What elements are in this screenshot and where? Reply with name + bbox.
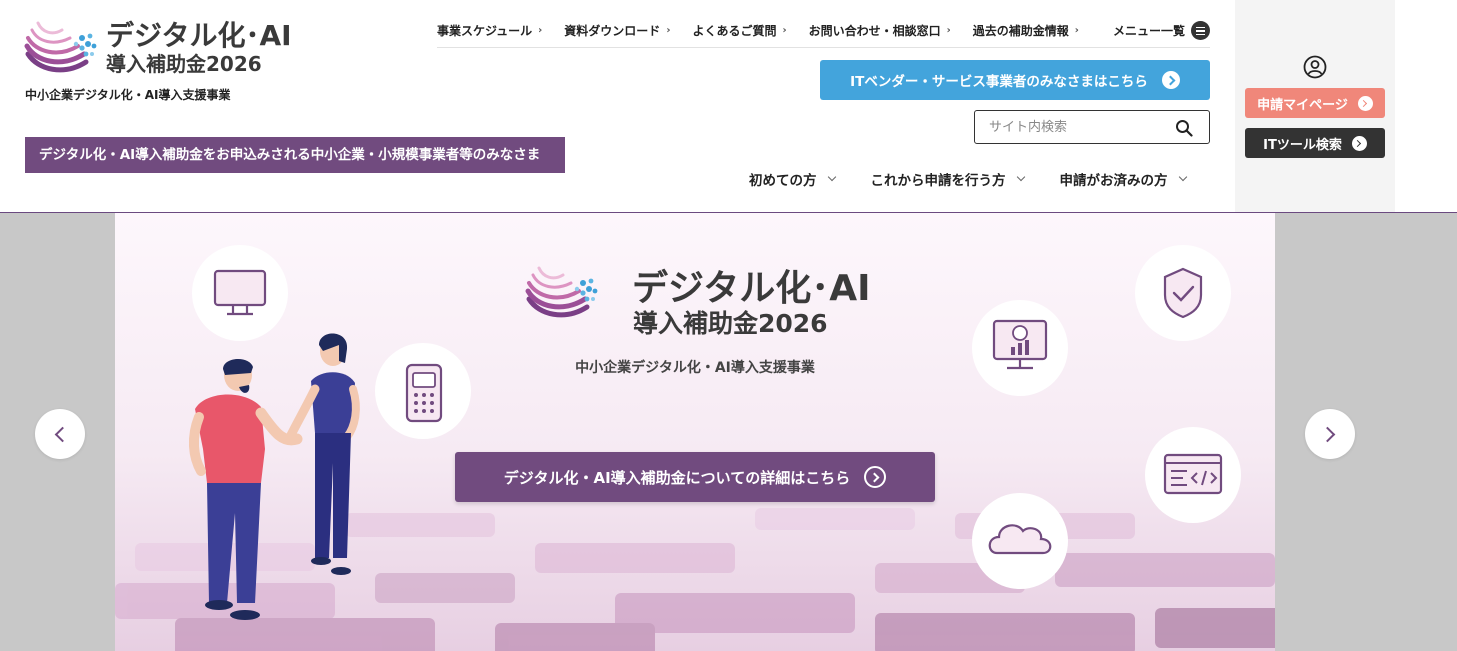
audience-banner[interactable]: デジタル化・AI導入補助金をお申込みされる中小企業・小規模事業者等のみなさま [25, 137, 565, 173]
main-nav: 初めての方 これから申請を行う方 申請がお済みの方 [749, 168, 1187, 190]
mainnav-item-first-time[interactable]: 初めての方 [749, 168, 836, 190]
hero-subtitle: 導入補助金2026 [633, 309, 828, 338]
shield-check-icon [1163, 267, 1203, 319]
vendor-button-label: ITベンダー・サービス事業者のみなさまはこちら [850, 74, 1148, 90]
topnav-item-label: 資料ダウンロード [564, 24, 661, 38]
carousel-prev-button[interactable] [35, 409, 85, 459]
mainnav-item-applied[interactable]: 申請がお済みの方 [1059, 168, 1187, 190]
hero-tagline: 中小企業デジタル化・AI導入支援事業 [575, 360, 815, 376]
chevron-down-icon [827, 172, 836, 182]
site-search [974, 110, 1210, 144]
hero-logo-mark-icon [525, 266, 598, 318]
carousel-next-button[interactable] [1305, 409, 1355, 459]
application-mypage-button[interactable]: 申請マイページ [1245, 88, 1385, 118]
hero-title: デジタル化･AI [632, 268, 871, 309]
code-window-icon [1163, 453, 1223, 495]
hero-details-button[interactable]: デジタル化・AI導入補助金についての詳細はこちら [455, 452, 935, 502]
people-illustration [189, 333, 360, 620]
chevron-down-icon [1016, 172, 1025, 182]
topnav-item-past-info[interactable]: 過去の補助金情報 › [973, 22, 1079, 39]
account-panel: 申請マイページ ITツール検索 [1235, 0, 1395, 212]
payment-terminal-icon [405, 363, 443, 423]
mainnav-item-label: 申請がお済みの方 [1059, 173, 1168, 189]
topnav-item-faq[interactable]: よくあるご質問 › [692, 22, 786, 39]
topnav-item-schedule[interactable]: 事業スケジュール › [437, 22, 542, 39]
topnav-item-label: よくあるご質問 [692, 24, 777, 38]
chevron-right-icon: › [782, 25, 787, 36]
user-icon[interactable] [1303, 55, 1327, 79]
chevron-right-icon: › [666, 25, 671, 36]
vendor-button[interactable]: ITベンダー・サービス事業者のみなさまはこちら [820, 60, 1210, 100]
mypage-label: 申請マイページ [1257, 97, 1348, 113]
site-header: デジタル化･AI 導入補助金2026 中小企業デジタル化・AI導入支援事業 デジ… [0, 0, 1457, 213]
chevron-right-icon: › [1074, 25, 1079, 36]
hamburger-icon [1191, 21, 1210, 40]
chevron-down-icon [1178, 172, 1187, 182]
utility-nav: 事業スケジュール › 資料ダウンロード › よくあるご質問 › お問い合わせ・相… [437, 14, 1210, 48]
hero-cta-label: デジタル化・AI導入補助金についての詳細はこちら [503, 468, 851, 487]
arrow-right-circle-icon [864, 466, 887, 488]
topnav-item-label: お問い合わせ・相談窓口 [808, 24, 941, 38]
menu-list-label: メニュー一覧 [1112, 24, 1185, 38]
arrow-right-circle-icon [1161, 71, 1180, 89]
chevron-right-icon: › [946, 25, 951, 36]
search-input[interactable] [989, 117, 1169, 137]
it-tool-search-button[interactable]: ITツール検索 [1245, 128, 1385, 158]
mainnav-item-label: これから申請を行う方 [870, 173, 1006, 189]
arrow-right-circle-icon [1357, 95, 1373, 111]
site-logo[interactable]: デジタル化･AI 導入補助金2026 [24, 18, 294, 82]
logo-subtitle: 導入補助金2026 [106, 52, 262, 76]
hero-slide[interactable]: デジタル化･AI 導入補助金2026 中小企業デジタル化・AI導入支援事業 デジ… [115, 213, 1275, 651]
logo-title: デジタル化･AI [106, 19, 292, 52]
topnav-item-contact[interactable]: お問い合わせ・相談窓口 › [809, 22, 951, 39]
site-tagline: 中小企業デジタル化・AI導入支援事業 [25, 88, 231, 102]
search-icon[interactable] [1175, 119, 1193, 137]
mainnav-item-applying[interactable]: これから申請を行う方 [870, 168, 1025, 190]
floor-tiles [115, 508, 1275, 651]
topnav-item-downloads[interactable]: 資料ダウンロード › [564, 22, 670, 39]
mainnav-item-label: 初めての方 [749, 173, 817, 189]
topnav-item-label: 事業スケジュール [437, 24, 533, 38]
tool-search-label: ITツール検索 [1263, 137, 1342, 153]
menu-list-button[interactable]: メニュー一覧 [1113, 21, 1210, 40]
arrow-right-circle-icon [1351, 135, 1367, 151]
chevron-right-icon: › [538, 25, 543, 36]
logo-mark-icon [24, 21, 97, 73]
topnav-item-label: 過去の補助金情報 [972, 24, 1069, 38]
